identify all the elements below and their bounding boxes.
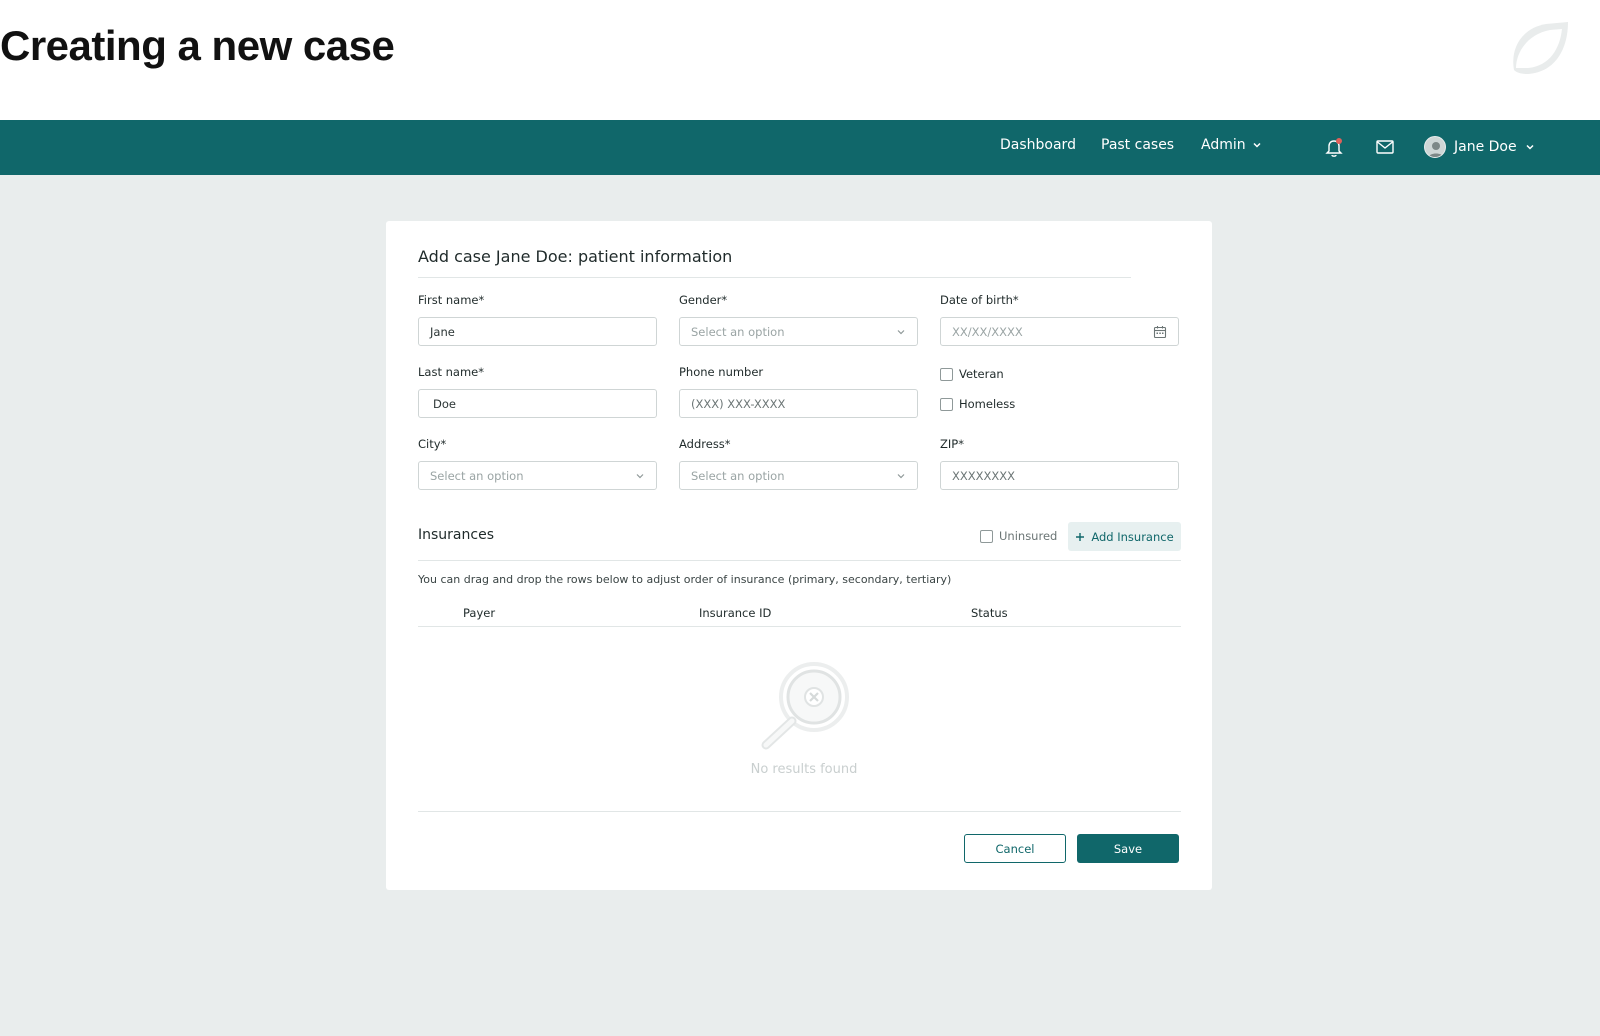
add-insurance-label: Add Insurance	[1091, 529, 1174, 544]
address-placeholder: Select an option	[691, 468, 785, 483]
city-select[interactable]: Select an option	[418, 461, 657, 490]
chevron-down-icon	[897, 329, 905, 334]
chevron-down-icon	[1253, 142, 1261, 148]
brand-logo-icon	[1513, 22, 1568, 74]
veteran-checkbox[interactable]: Veteran	[940, 367, 1004, 381]
dob-label: Date of birth*	[940, 293, 1019, 307]
dob-input[interactable]: XX/XX/XXXX	[940, 317, 1179, 346]
nav-admin-label: Admin	[1201, 137, 1246, 153]
uninsured-label: Uninsured	[999, 529, 1058, 543]
gender-label: Gender*	[679, 293, 728, 307]
top-navbar: Dashboard Past cases Admin	[0, 120, 1600, 175]
gender-placeholder: Select an option	[691, 324, 785, 339]
cancel-button[interactable]: Cancel	[964, 834, 1066, 863]
insurances-title: Insurances	[418, 527, 494, 543]
zip-label: ZIP*	[940, 437, 964, 451]
city-placeholder: Select an option	[430, 468, 524, 483]
divider	[418, 277, 1131, 278]
last-name-label: Last name*	[418, 365, 484, 379]
first-name-label: First name*	[418, 293, 485, 307]
address-select[interactable]: Select an option	[679, 461, 918, 490]
avatar	[1424, 136, 1446, 158]
nav-past-cases[interactable]: Past cases	[1101, 137, 1174, 153]
form-title: Add case Jane Doe: patient information	[418, 247, 733, 266]
homeless-label: Homeless	[959, 397, 1016, 411]
divider	[418, 626, 1181, 627]
address-label: Address*	[679, 437, 731, 451]
empty-state-text: No results found	[750, 762, 858, 777]
dob-placeholder: XX/XX/XXXX	[952, 324, 1023, 339]
column-header-status: Status	[971, 606, 1008, 620]
last-name-input[interactable]: Doe	[418, 389, 657, 418]
homeless-checkbox[interactable]: Homeless	[940, 397, 1015, 411]
add-insurance-button[interactable]: Add Insurance	[1068, 522, 1181, 551]
first-name-input[interactable]: Jane	[418, 317, 657, 346]
divider	[418, 811, 1181, 812]
insurance-hint: You can drag and drop the rows below to …	[418, 573, 952, 586]
nav-dashboard[interactable]: Dashboard	[1000, 137, 1076, 153]
nav-admin[interactable]: Admin	[1201, 137, 1262, 153]
save-button[interactable]: Save	[1077, 834, 1179, 863]
gender-select[interactable]: Select an option	[679, 317, 918, 346]
column-header-payer: Payer	[463, 606, 496, 620]
divider	[418, 560, 1181, 561]
bell-icon[interactable]	[1323, 136, 1345, 158]
mail-icon[interactable]	[1374, 136, 1396, 158]
checkbox-box	[940, 367, 953, 381]
uninsured-checkbox[interactable]: Uninsured	[980, 529, 1057, 543]
case-form-card: Add case Jane Doe: patient information F…	[386, 221, 1212, 890]
veteran-label: Veteran	[959, 367, 1004, 381]
zip-input[interactable]: XXXXXXXX	[940, 461, 1179, 490]
checkbox-box	[980, 529, 993, 543]
magnifier-x-icon	[761, 662, 849, 750]
checkbox-box	[940, 397, 953, 411]
phone-label: Phone number	[679, 365, 764, 379]
chevron-down-icon	[636, 473, 644, 478]
user-menu[interactable]: Jane Doe	[1424, 136, 1535, 158]
user-name: Jane Doe	[1454, 139, 1517, 155]
slide-title: Creating a new case	[0, 22, 395, 69]
column-header-insurance-id: Insurance ID	[699, 606, 772, 620]
chevron-down-icon	[897, 473, 905, 478]
city-label: City*	[418, 437, 447, 451]
plus-icon	[1076, 532, 1085, 541]
phone-input[interactable]: (XXX) XXX-XXXX	[679, 389, 918, 418]
calendar-icon[interactable]	[1153, 325, 1167, 339]
chevron-down-icon	[1526, 144, 1534, 150]
